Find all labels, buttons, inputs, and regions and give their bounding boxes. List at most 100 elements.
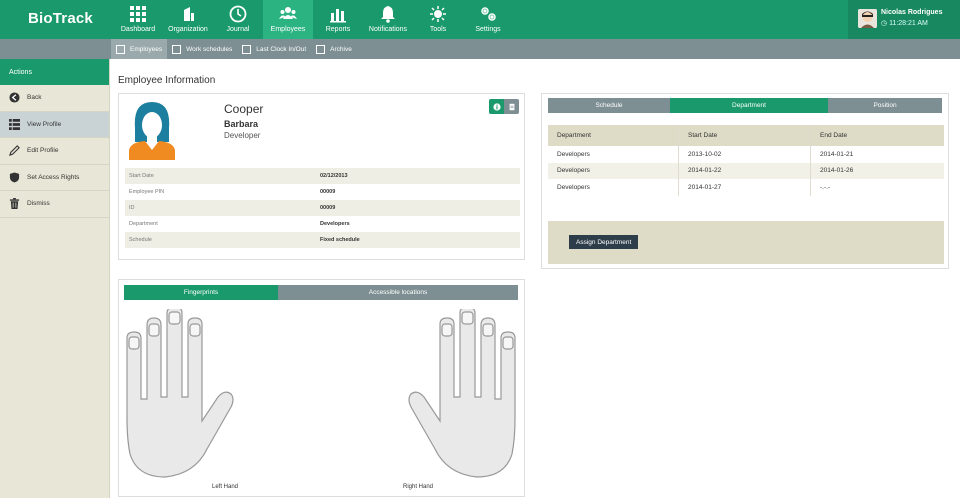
column-header[interactable]: Start Date	[678, 125, 810, 146]
table-cell: 2013-10-02	[678, 146, 810, 163]
nav-label: Organization	[168, 26, 208, 33]
table-cell: -.-.-	[810, 179, 944, 196]
table-cell: 2014-01-27	[678, 179, 810, 196]
nav-label: Tools	[429, 26, 447, 33]
right-hand	[407, 306, 517, 484]
table-body: Developers 2013-10-02 2014-01-21 Develop…	[548, 146, 944, 196]
nav-organization[interactable]: Organization	[163, 0, 213, 39]
subnav-label: Work schedules	[186, 45, 233, 53]
nav-employees[interactable]: Employees	[263, 0, 313, 39]
employee-details: Start Date 02/12/2013 Employee PIN 00009 I…	[125, 168, 520, 248]
archive-icon	[316, 44, 326, 54]
page-title: Employee Information	[118, 75, 216, 86]
nav-label: Reports	[325, 26, 351, 33]
table-cell: Developers	[557, 183, 590, 191]
detail-value: 02/12/2013	[320, 173, 348, 179]
column-header[interactable]: Department	[548, 125, 678, 146]
detail-row: Department Developers	[125, 216, 520, 232]
fingerprints-panel: Fingerprints Accessible locations Left H…	[118, 279, 525, 497]
subnav-label: Archive	[330, 45, 352, 53]
assign-department-button[interactable]: Assign Department	[569, 235, 639, 249]
table-cell: Developers	[557, 150, 590, 158]
tools-icon	[430, 6, 446, 22]
subnav-label: Employees	[130, 45, 163, 53]
sidebar-item-edit-profile[interactable]: Edit Profile	[0, 138, 109, 165]
right-hand-label: Right Hand	[403, 484, 434, 490]
sidebar-item-view-profile[interactable]: View Profile	[0, 111, 109, 138]
pencil-icon	[9, 145, 20, 157]
detail-value: Fixed schedule	[320, 237, 360, 243]
table-row[interactable]: Developers 2014-01-27 -.-.-	[548, 179, 944, 196]
table-row[interactable]: Developers 2014-01-22 2014-01-26	[548, 162, 944, 179]
employee-first-name: Barbara	[224, 119, 259, 129]
employee-last-name: Cooper	[224, 102, 264, 116]
subnav-last-clock[interactable]: Last Clock In/Out	[237, 39, 311, 59]
sidebar-item-dismiss[interactable]: Dismiss	[0, 191, 109, 218]
detail-key: Employee PIN	[129, 189, 165, 195]
grid-icon	[9, 118, 20, 130]
journal-icon	[229, 5, 247, 23]
column-header[interactable]: End Date	[810, 125, 944, 146]
sidebar-item-back[interactable]: Back	[0, 85, 109, 112]
panel-actions	[489, 99, 519, 114]
detail-key: Department	[129, 221, 158, 227]
shield-icon	[9, 172, 20, 183]
tab-department[interactable]: Department	[670, 98, 828, 113]
subnav-archive[interactable]: Archive	[311, 39, 357, 59]
detail-row: Employee PIN 00009	[125, 184, 520, 200]
detail-value: 00009	[320, 205, 336, 211]
subnav-work-schedules[interactable]: Work schedules	[167, 39, 237, 59]
table-header: Department Start Date End Date	[548, 125, 944, 146]
table-cell: 2014-01-26	[810, 162, 944, 179]
nav-settings[interactable]: Settings	[463, 0, 513, 39]
nav-tools[interactable]: Tools	[413, 0, 463, 39]
employee-photo	[127, 98, 177, 160]
left-hand	[125, 306, 235, 484]
sub-nav-bar: Employees Work schedules Last Clock In/O…	[0, 39, 960, 59]
tab-position[interactable]: Position	[828, 98, 942, 113]
subnav-employees[interactable]: Employees	[111, 39, 168, 59]
employee-role: Developer	[224, 131, 261, 140]
tab-fingerprints[interactable]: Fingerprints	[124, 285, 278, 300]
nav-label: Employees	[270, 26, 306, 33]
user-time: ◷ 11:28:21 AM	[881, 20, 928, 27]
organization-icon	[184, 7, 194, 21]
sidebar: Actions Back View Profile Edit Profile S…	[0, 59, 110, 498]
employees-icon	[279, 7, 297, 19]
detail-key: Start Date	[129, 173, 154, 179]
sidebar-item-set-access-rights[interactable]: Set Access Rights	[0, 165, 109, 191]
nav-label: Notifications	[368, 26, 408, 33]
sidebar-item-label: Set Access Rights	[27, 173, 80, 181]
trash-icon	[9, 198, 20, 210]
grid-icon	[116, 44, 125, 54]
app-logo: BioTrack	[28, 10, 93, 27]
nav-dashboard[interactable]: Dashboard	[113, 0, 163, 39]
nav-journal[interactable]: Journal	[213, 0, 263, 39]
nav-notifications[interactable]: Notifications	[363, 0, 413, 39]
bell-icon	[381, 6, 395, 23]
tab-accessible-locations[interactable]: Accessible locations	[278, 285, 518, 300]
avatar	[858, 9, 877, 28]
nav-label: Settings	[475, 26, 501, 33]
sidebar-item-label: Edit Profile	[27, 147, 59, 155]
user-widget[interactable]: Nicolas Rodrigues ◷ 11:28:21 AM	[848, 0, 960, 39]
sidebar-item-label: Dismiss	[27, 200, 50, 208]
nav-reports[interactable]: Reports	[313, 0, 363, 39]
nav-label: Dashboard	[120, 26, 156, 33]
document-button[interactable]	[504, 99, 519, 114]
reports-icon	[330, 9, 346, 23]
department-footer: Assign Department	[548, 221, 944, 264]
tab-schedule[interactable]: Schedule	[548, 98, 670, 113]
sidebar-item-label: View Profile	[27, 120, 62, 128]
table-cell: 2014-01-22	[678, 162, 810, 179]
detail-key: ID	[129, 205, 135, 211]
calendar-icon	[242, 44, 252, 54]
info-button[interactable]	[489, 99, 504, 114]
department-tabs: Schedule Department Position	[548, 98, 942, 113]
table-row[interactable]: Developers 2013-10-02 2014-01-21	[548, 146, 944, 163]
department-table: Department Start Date End Date Developer…	[548, 125, 944, 196]
clock-time: 11:28:21 AM	[889, 20, 928, 27]
settings-icon	[481, 7, 496, 21]
nav-label: Journal	[226, 26, 250, 33]
user-name: Nicolas Rodrigues	[881, 9, 943, 16]
